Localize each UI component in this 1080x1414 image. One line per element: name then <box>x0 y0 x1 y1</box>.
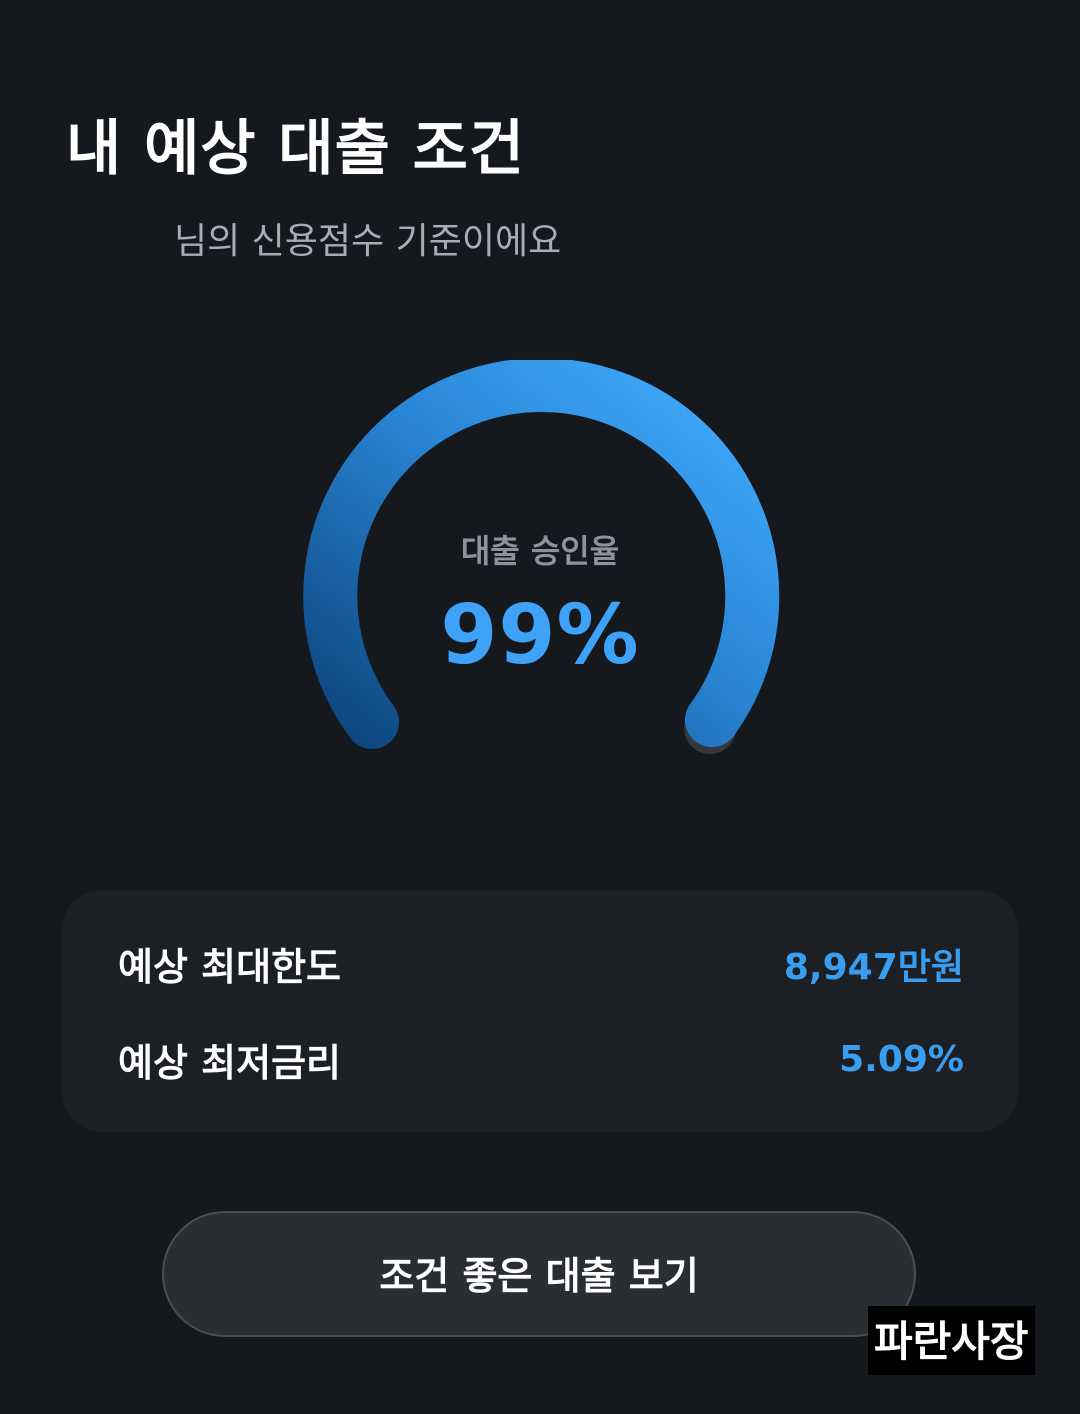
approval-rate-value: 99% <box>440 588 640 683</box>
max-limit-label: 예상 최대한도 <box>118 945 341 989</box>
max-limit-value: 8,947만원 <box>783 946 964 988</box>
credit-score-subtitle: 님의 신용점수 기준이에요 <box>174 221 562 262</box>
max-limit-row: 예상 최대한도 8,947만원 <box>118 936 964 991</box>
min-rate-label: 예상 최저금리 <box>118 1041 341 1085</box>
watermark: 파란사장 <box>868 1306 1035 1375</box>
view-good-loans-button[interactable]: 조건 좋은 대출 보기 <box>162 1211 916 1337</box>
approval-rate-label: 대출 승인율 <box>460 532 620 570</box>
min-rate-value: 5.09% <box>839 1039 964 1080</box>
loan-summary-card: 예상 최대한도 8,947만원 예상 최저금리 5.09% <box>62 890 1018 1132</box>
min-rate-row: 예상 최저금리 5.09% <box>118 1032 964 1087</box>
page-title: 내 예상 대출 조건 <box>66 114 526 184</box>
